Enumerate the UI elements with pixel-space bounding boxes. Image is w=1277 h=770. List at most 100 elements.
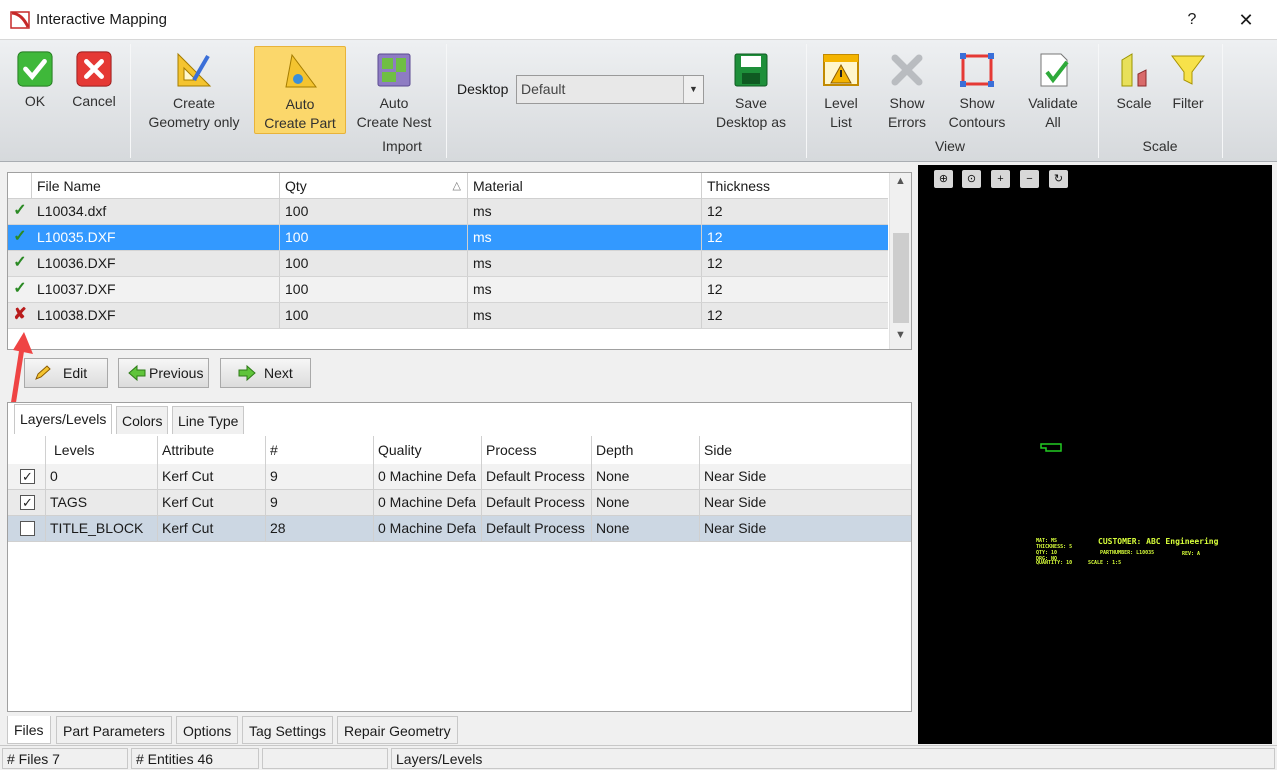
- refresh-icon[interactable]: ↻: [1049, 170, 1068, 188]
- quality-cell[interactable]: 0 Machine Defa: [374, 464, 482, 489]
- files-table-header: File Name Qty △ Material Thickness: [8, 173, 888, 199]
- ribbon-separator: [446, 44, 447, 158]
- process-cell[interactable]: Default Process: [482, 516, 592, 541]
- create-geometry-label-2: Geometry only: [148, 114, 240, 130]
- layer-checkbox[interactable]: ✓: [20, 469, 35, 484]
- side-cell[interactable]: Near Side: [700, 490, 911, 515]
- save-desktop-as-button[interactable]: Save Desktop as: [710, 46, 792, 136]
- column-header-depth[interactable]: Depth: [592, 436, 700, 464]
- desktop-select[interactable]: Default ▼: [516, 75, 704, 104]
- create-geometry-only-button[interactable]: Create Geometry only: [140, 46, 248, 136]
- layer-check-cell: ✓: [8, 464, 46, 489]
- scroll-down-icon[interactable]: ▼: [890, 329, 911, 347]
- column-header-side[interactable]: Side: [700, 436, 911, 464]
- scale-button[interactable]: Scale: [1108, 46, 1160, 136]
- close-button[interactable]: ✕: [1234, 8, 1258, 32]
- scroll-up-icon[interactable]: ▲: [890, 175, 911, 193]
- depth-cell[interactable]: None: [592, 516, 700, 541]
- cad-title-block-text: MAT: MS THICKNESS: 5 QTY: 10 DRG: NO: [1036, 538, 1072, 562]
- filter-button[interactable]: Filter: [1164, 46, 1212, 136]
- cancel-x-icon: [76, 51, 112, 87]
- depth-cell[interactable]: None: [592, 490, 700, 515]
- process-cell[interactable]: Default Process: [482, 464, 592, 489]
- help-button[interactable]: ?: [1180, 8, 1204, 32]
- validate-all-button[interactable]: Validate All: [1020, 46, 1086, 136]
- valid-check-icon: ✓: [13, 202, 27, 219]
- contours-icon: [960, 53, 994, 87]
- edit-button[interactable]: Edit: [24, 358, 108, 388]
- tab-repair-geometry[interactable]: Repair Geometry: [337, 716, 458, 744]
- column-header-thickness[interactable]: Thickness: [702, 173, 888, 199]
- quality-cell[interactable]: 0 Machine Defa: [374, 490, 482, 515]
- show-contours-button[interactable]: Show Contours: [942, 46, 1012, 136]
- next-button[interactable]: Next: [220, 358, 311, 388]
- auto-part-label-2: Create Part: [264, 115, 336, 131]
- table-row[interactable]: ✓ L10034.dxf 100 ms 12: [8, 199, 888, 225]
- ribbon-separator: [1098, 44, 1099, 158]
- tab-part-parameters[interactable]: Part Parameters: [56, 716, 172, 744]
- tab-tag-settings[interactable]: Tag Settings: [242, 716, 334, 744]
- level-list-label-1: Level: [824, 95, 858, 111]
- zoom-extents-icon[interactable]: ⊕: [934, 170, 953, 188]
- table-row[interactable]: ✓ L10037.DXF 100 ms 12: [8, 277, 888, 303]
- column-header-attribute[interactable]: Attribute: [158, 436, 266, 464]
- column-header-levels[interactable]: Levels: [46, 436, 158, 464]
- column-header-material[interactable]: Material: [468, 173, 702, 199]
- auto-create-part-button[interactable]: Auto Create Part: [254, 46, 346, 134]
- scroll-thumb[interactable]: [893, 233, 909, 323]
- attribute-cell[interactable]: Kerf Cut: [158, 490, 266, 515]
- qty-cell: 100: [280, 251, 468, 276]
- zoom-window-icon[interactable]: ⊙: [962, 170, 981, 188]
- column-header-quality[interactable]: Quality: [374, 436, 482, 464]
- edit-label: Edit: [63, 365, 88, 381]
- ok-button[interactable]: OK: [10, 46, 60, 136]
- attribute-cell[interactable]: Kerf Cut: [158, 516, 266, 541]
- qty-cell: 100: [280, 277, 468, 302]
- zoom-in-icon[interactable]: +: [991, 170, 1010, 188]
- save-desktop-label-2: Desktop as: [715, 114, 787, 130]
- chevron-down-icon[interactable]: ▼: [683, 76, 703, 103]
- save-disk-icon: [734, 53, 768, 87]
- tab-options[interactable]: Options: [176, 716, 239, 744]
- tab-line-type[interactable]: Line Type: [172, 406, 245, 434]
- zoom-out-icon[interactable]: −: [1020, 170, 1039, 188]
- layer-row[interactable]: ✓ 0 Kerf Cut 9 0 Machine Defa Default Pr…: [8, 464, 911, 490]
- cad-preview[interactable]: CUSTOMER: ABC Engineering MAT: MS THICKN…: [918, 165, 1272, 744]
- quality-cell[interactable]: 0 Machine Defa: [374, 516, 482, 541]
- show-errors-button[interactable]: Show Errors: [880, 46, 934, 136]
- ribbon-separator: [130, 44, 131, 158]
- column-header-qty[interactable]: Qty △: [280, 173, 468, 199]
- column-header-process[interactable]: Process: [482, 436, 592, 464]
- file-name-cell: L10035.DXF: [32, 225, 280, 250]
- side-cell[interactable]: Near Side: [700, 464, 911, 489]
- file-name-cell: L10038.DXF: [32, 303, 280, 328]
- level-list-button[interactable]: Level List: [814, 46, 868, 136]
- layer-checkbox[interactable]: ✓: [20, 495, 35, 510]
- attribute-cell[interactable]: Kerf Cut: [158, 464, 266, 489]
- previous-button[interactable]: Previous: [118, 358, 209, 388]
- show-contours-label-1: Show: [959, 95, 995, 111]
- layer-row[interactable]: TITLE_BLOCK Kerf Cut 28 0 Machine Defa D…: [8, 516, 911, 542]
- tab-colors[interactable]: Colors: [116, 406, 169, 434]
- title-bar: Interactive Mapping ? ✕: [0, 0, 1277, 40]
- count-cell: 9: [266, 490, 374, 515]
- auto-create-nest-button[interactable]: Auto Create Nest: [352, 46, 436, 136]
- cancel-button[interactable]: Cancel: [66, 46, 122, 136]
- side-cell[interactable]: Near Side: [700, 516, 911, 541]
- level-cell: 0: [46, 464, 158, 489]
- depth-cell[interactable]: None: [592, 464, 700, 489]
- table-row[interactable]: ✘ L10038.DXF 100 ms 12: [8, 303, 888, 329]
- column-header-count[interactable]: #: [266, 436, 374, 464]
- part-outline: [1040, 443, 1062, 452]
- tab-files[interactable]: Files: [7, 716, 51, 744]
- layer-row[interactable]: ✓ TAGS Kerf Cut 9 0 Machine Defa Default…: [8, 490, 911, 516]
- save-desktop-label-1: Save: [735, 95, 767, 111]
- column-header-file-name[interactable]: File Name: [32, 173, 280, 199]
- files-scrollbar[interactable]: ▲ ▼: [889, 173, 911, 349]
- layer-checkbox[interactable]: [20, 521, 35, 536]
- tab-layers-levels[interactable]: Layers/Levels: [14, 404, 113, 434]
- table-row[interactable]: ✓ L10035.DXF 100 ms 12: [8, 225, 888, 251]
- process-cell[interactable]: Default Process: [482, 490, 592, 515]
- table-row[interactable]: ✓ L10036.DXF 100 ms 12: [8, 251, 888, 277]
- status-bar: # Files 7 # Entities 46 Layers/Levels: [0, 745, 1277, 770]
